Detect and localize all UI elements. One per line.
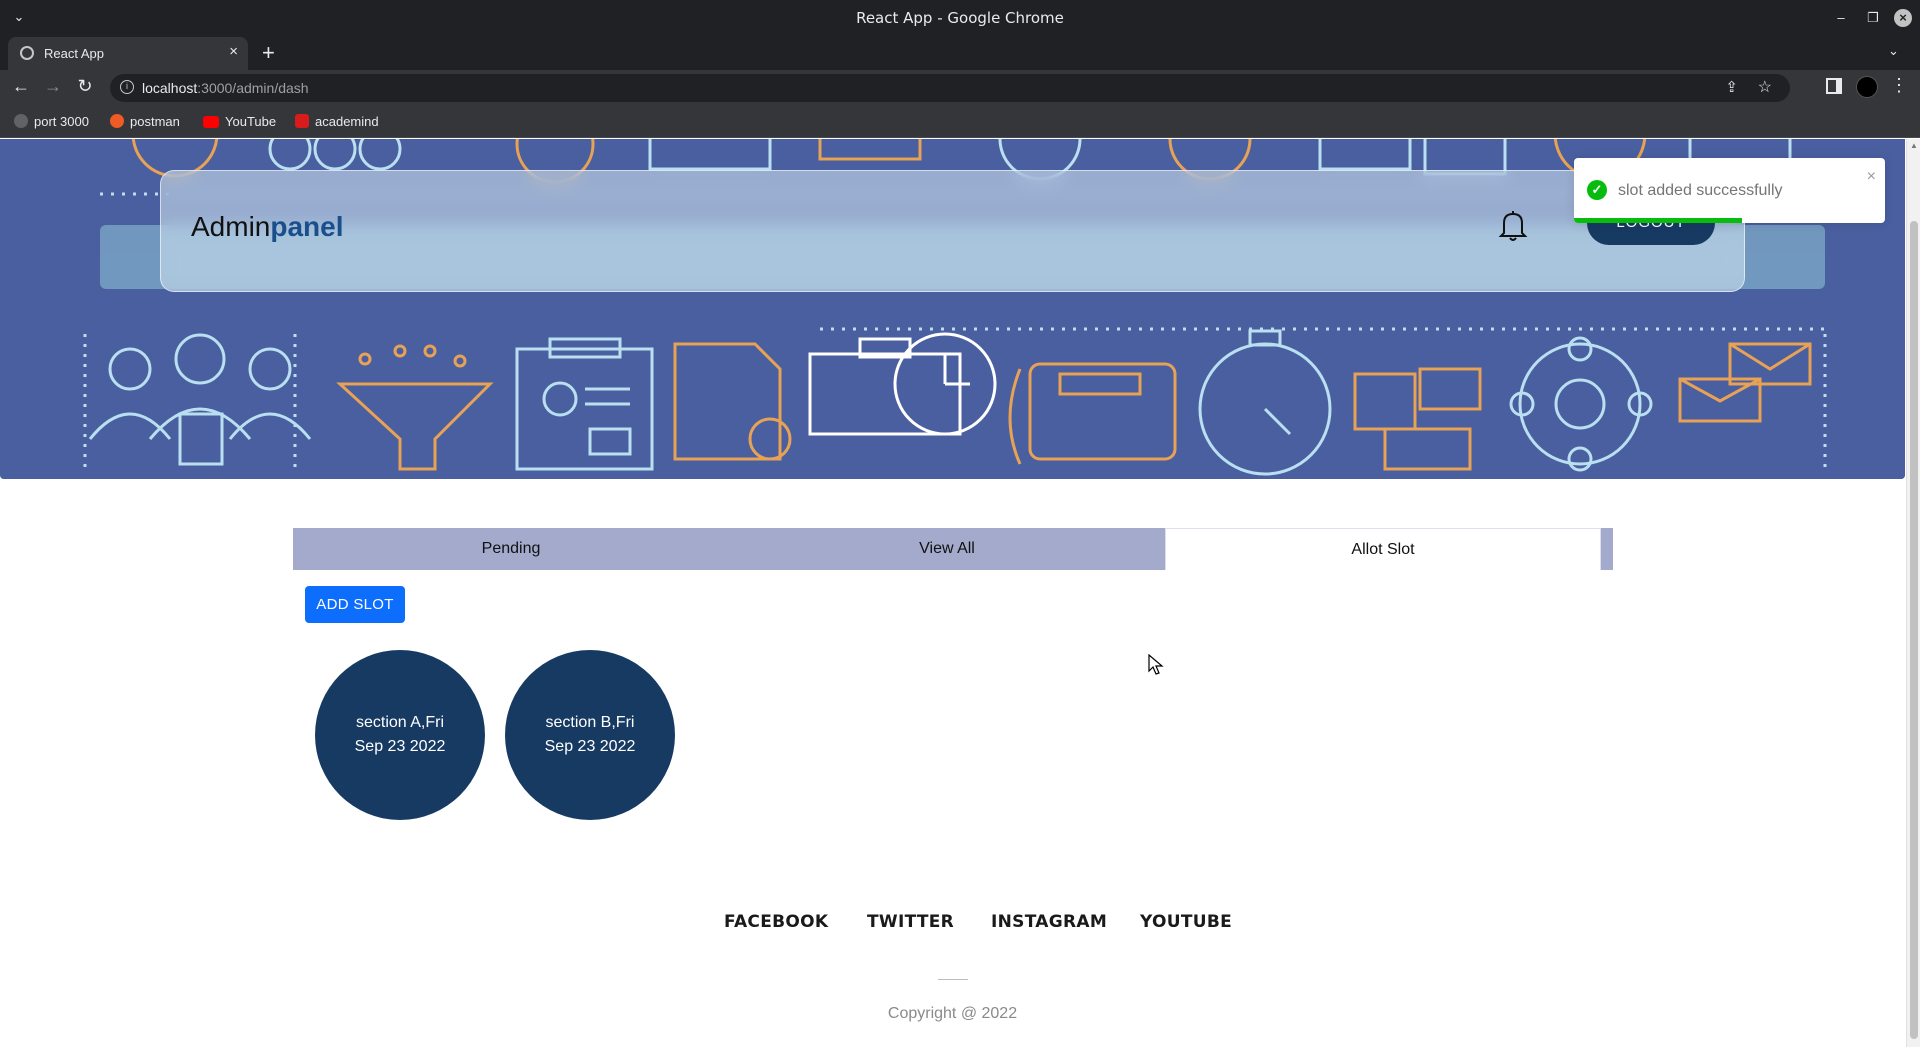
url-path: :3000/admin/dash <box>197 80 309 96</box>
footer-link-instagram[interactable]: INSTAGRAM <box>991 912 1107 932</box>
copyright-text: Copyright @ 2022 <box>887 1005 1018 1022</box>
page-scrollbar[interactable]: ▲ <box>1906 139 1920 1047</box>
academind-icon <box>295 114 309 128</box>
bookmark-academind[interactable]: academind <box>295 114 379 130</box>
success-toast[interactable]: ✓ slot added successfully × <box>1574 158 1885 223</box>
bookmark-postman[interactable]: postman <box>110 114 180 130</box>
slot-card[interactable]: section A,Fri Sep 23 2022 <box>315 650 485 820</box>
profile-avatar[interactable] <box>1856 76 1878 98</box>
tab-close-icon[interactable]: × <box>229 43 238 60</box>
side-panel-icon[interactable] <box>1826 78 1842 94</box>
slot-label: section A,Fri Sep 23 2022 <box>354 714 446 755</box>
bell-icon[interactable] <box>1498 209 1528 243</box>
minimize-icon[interactable]: – <box>1832 9 1850 27</box>
window-title: React App - Google Chrome <box>856 9 1064 27</box>
admin-navbar: Adminpanel LOGOUT <box>160 170 1745 292</box>
toast-message: slot added successfully <box>1618 182 1783 199</box>
forward-icon[interactable]: → <box>42 76 64 97</box>
site-info-icon[interactable]: i <box>120 80 134 94</box>
back-icon[interactable]: ← <box>10 76 32 97</box>
footer-link-youtube[interactable]: YOUTUBE <box>1140 912 1232 932</box>
scroll-up-icon[interactable]: ▲ <box>1910 141 1918 150</box>
brand-accent: panel <box>270 211 344 242</box>
footer-link-facebook[interactable]: FACEBOOK <box>724 912 828 932</box>
youtube-icon <box>203 116 219 128</box>
postman-icon <box>110 114 124 128</box>
restore-icon[interactable]: ❐ <box>1864 9 1882 27</box>
bookmark-label: port 3000 <box>34 114 89 129</box>
tab-search-icon[interactable]: ⌄ <box>1888 43 1899 59</box>
brand-logo[interactable]: Adminpanel <box>191 211 344 243</box>
add-slot-button[interactable]: ADD SLOT <box>305 586 405 623</box>
window-titlebar: ⌄ React App - Google Chrome – ❐ × <box>0 0 1920 35</box>
bookmark-port-3000[interactable]: port 3000 <box>14 114 89 130</box>
browser-toolbar: ← → ↻ i localhost:3000/admin/dash ⇪ ☆ ⋮ <box>0 70 1920 106</box>
tab-title: React App <box>44 46 104 61</box>
toast-close-icon[interactable]: × <box>1867 168 1876 186</box>
reload-icon[interactable]: ↻ <box>74 76 96 97</box>
brand-prefix: Admin <box>191 211 271 242</box>
tab-allot-slot[interactable]: Allot Slot <box>1165 528 1601 570</box>
bookmark-label: YouTube <box>225 114 277 129</box>
tab-strip: React App × + ⌄ <box>0 35 1920 70</box>
browser-tab[interactable]: React App × <box>8 37 248 70</box>
footer-link-twitter[interactable]: TWITTER <box>867 912 954 932</box>
bookmark-label: academind <box>315 114 379 129</box>
slot-card[interactable]: section B,Fri Sep 23 2022 <box>505 650 675 820</box>
slot-label: section B,Fri Sep 23 2022 <box>544 714 636 755</box>
scrollbar-thumb[interactable] <box>1910 221 1918 1039</box>
bookmark-label: postman <box>130 114 180 129</box>
new-tab-button[interactable]: + <box>262 40 275 66</box>
tab-pending[interactable]: Pending <box>293 528 729 570</box>
bookmark-youtube[interactable]: YouTube <box>203 114 276 130</box>
bookmark-star-icon[interactable]: ☆ <box>1758 77 1772 97</box>
mouse-cursor-icon <box>1148 654 1164 675</box>
more-menu-icon[interactable]: ⋮ <box>1890 75 1908 96</box>
close-icon[interactable]: × <box>1894 9 1912 27</box>
admin-tabs: Pending View All Allot Slot <box>293 528 1613 570</box>
tab-view-all[interactable]: View All <box>729 528 1165 570</box>
toast-progress-bar <box>1574 218 1742 223</box>
bookmarks-bar: port 3000 postman YouTube academind <box>0 106 1920 138</box>
footer-divider <box>938 979 968 980</box>
hero-banner: Adminpanel LOGOUT ✓ slot added successfu… <box>0 139 1905 479</box>
address-bar[interactable]: i localhost:3000/admin/dash ⇪ ☆ <box>110 74 1790 102</box>
url-text[interactable]: localhost:3000/admin/dash <box>142 80 309 96</box>
share-icon[interactable]: ⇪ <box>1725 78 1738 96</box>
globe-icon <box>14 114 28 128</box>
url-host: localhost <box>142 80 198 96</box>
success-check-icon: ✓ <box>1587 180 1607 200</box>
page-viewport: Adminpanel LOGOUT ✓ slot added successfu… <box>0 139 1920 1047</box>
globe-icon <box>20 46 34 60</box>
